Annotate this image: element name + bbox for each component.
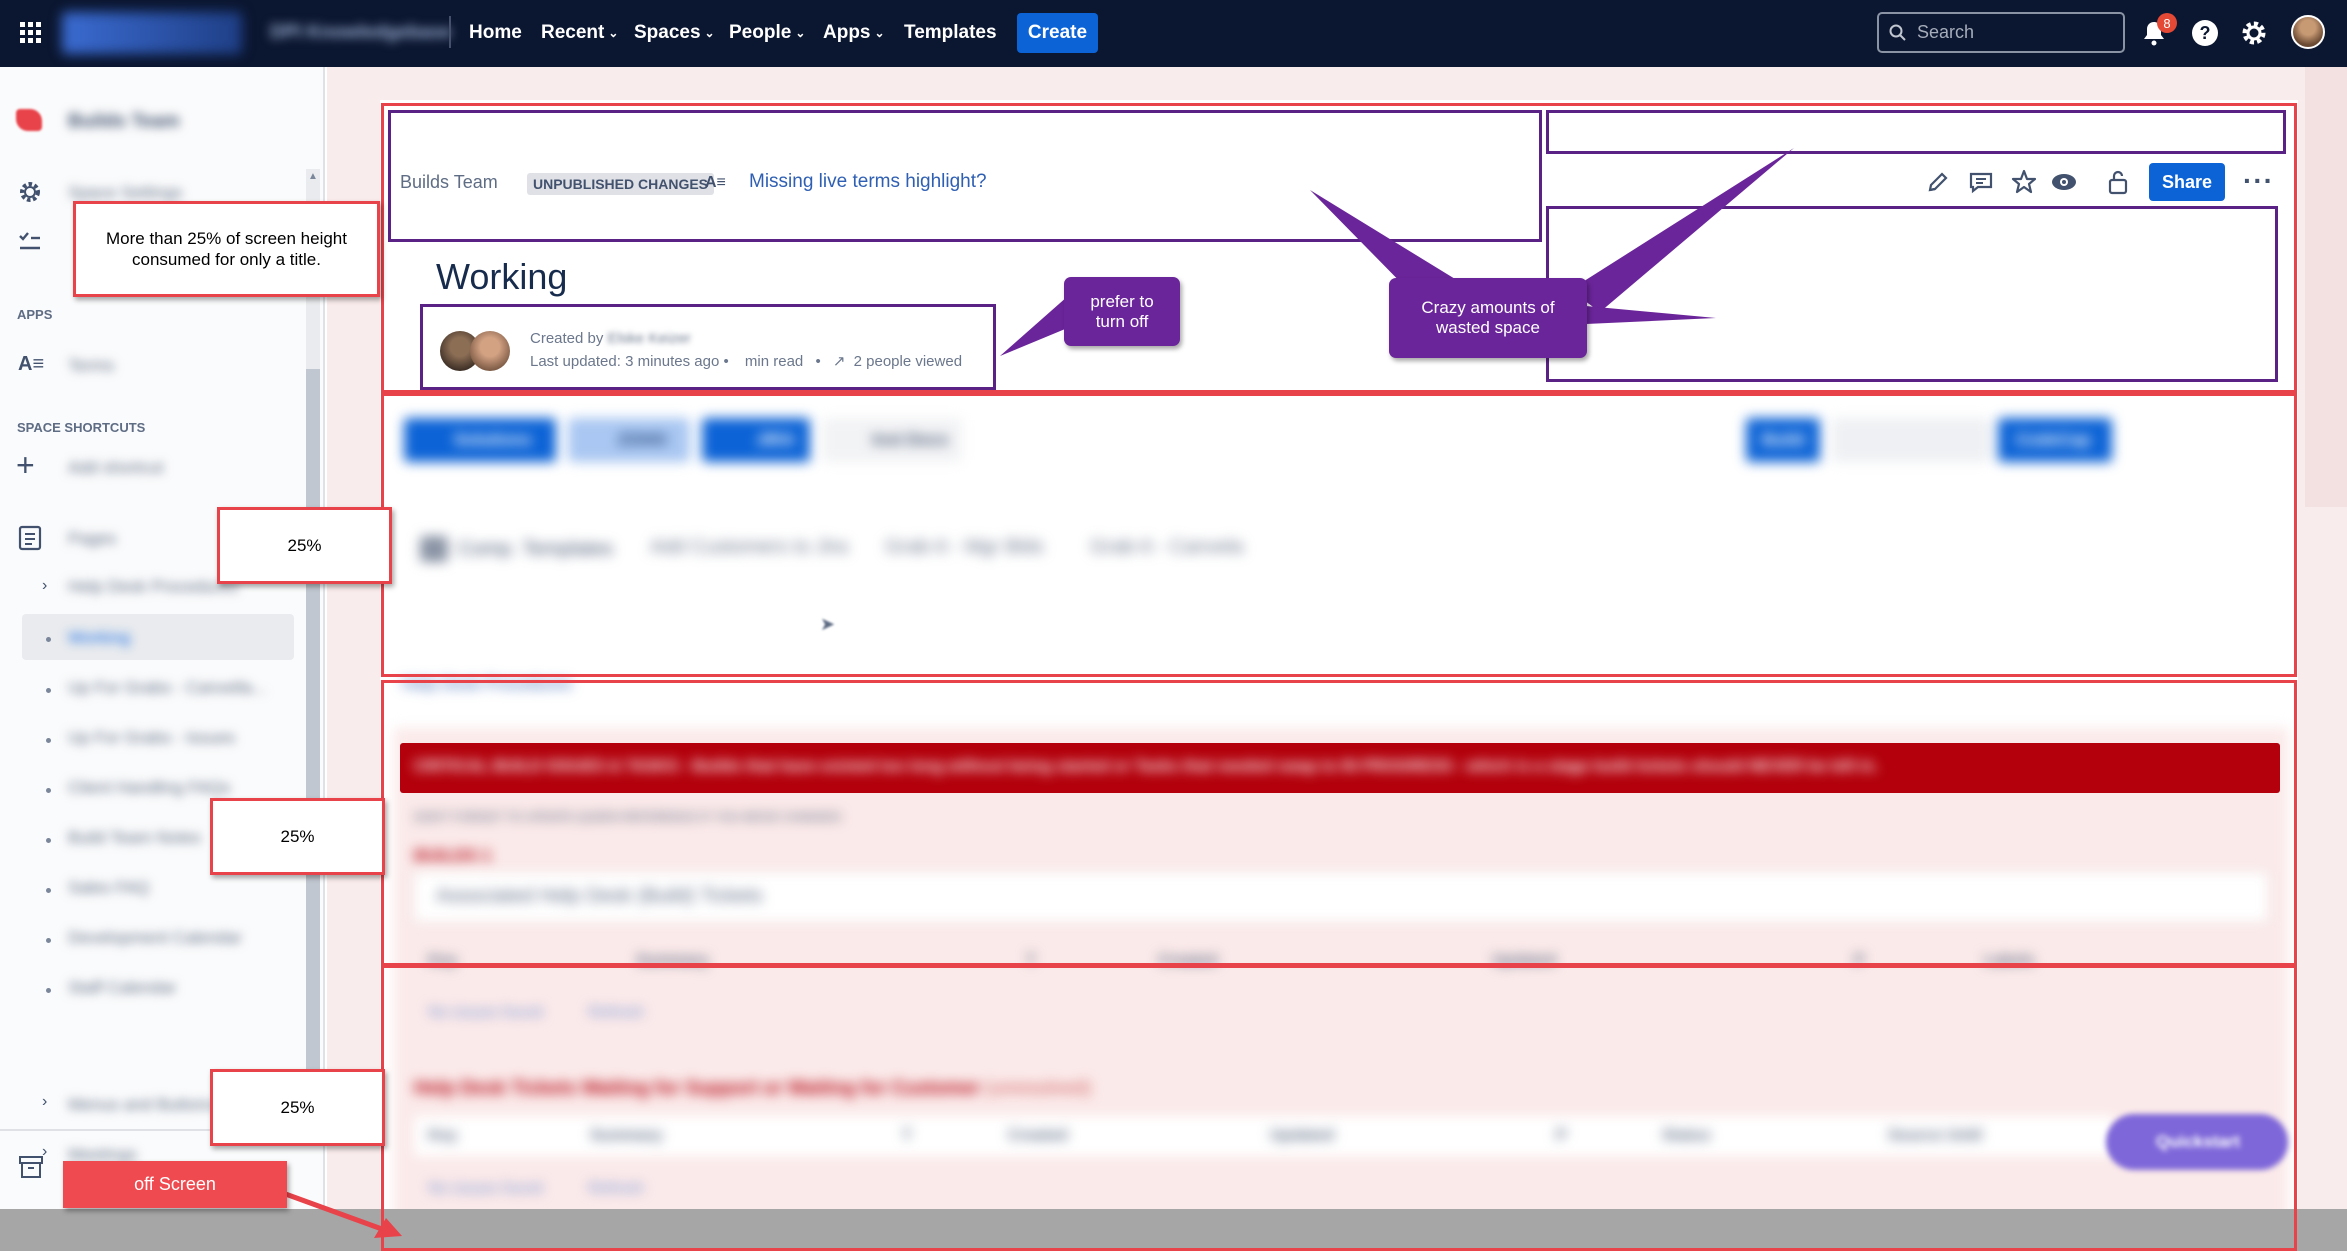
annotation-title-height-note: More than 25% of screen height consumed … — [73, 201, 380, 297]
annotation-off-screen: off Screen — [63, 1161, 287, 1208]
annotation-25-percent-3: 25% — [210, 1069, 385, 1146]
annotation-25-percent-1: 25% — [217, 507, 392, 584]
annotation-prefer-off: prefer to turn off — [1064, 277, 1180, 346]
annotation-wasted-space: Crazy amounts of wasted space — [1389, 278, 1587, 358]
annotation-25-percent-2: 25% — [210, 798, 385, 875]
annotation-pointer-shapes — [279, 148, 1794, 1238]
